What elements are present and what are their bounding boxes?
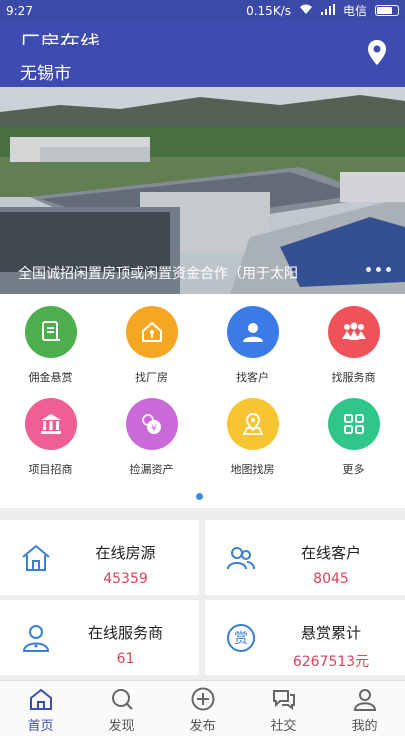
carrier-label: 电信	[342, 4, 367, 18]
map-pin-icon	[226, 398, 279, 450]
menu-label: 找厂房	[135, 371, 168, 384]
banner-caption: 全国诚招闲置房顶或闲置资金合作（用于太阳	[18, 266, 298, 282]
stat-reward-total[interactable]: 赏 悬赏累计 6267513元	[205, 600, 405, 675]
stats-panel: 在线房源 45359 在线客户 8045 在线服务商 61 赏 悬赏累计 626…	[0, 508, 405, 678]
menu-item-find-factory[interactable]: 找厂房	[101, 306, 202, 385]
discover-icon	[111, 689, 133, 710]
network-speed: 0.15K/s	[246, 3, 291, 18]
menu-item-bargain-assets[interactable]: ¥ 捡漏资产	[101, 398, 202, 477]
reward-circle-icon: 赏	[225, 622, 257, 654]
stat-online-providers[interactable]: 在线服务商 61	[0, 600, 199, 675]
menu-item-map-search[interactable]: 地图找房	[202, 398, 303, 477]
banner-carousel[interactable]: 全国诚招闲置房顶或闲置资金合作（用于太阳	[0, 87, 405, 294]
menu-label: 佣金悬赏	[28, 371, 73, 384]
app-header: 厂房在线 无锡市	[0, 21, 405, 87]
nav-label: 社交	[270, 719, 297, 734]
signal-icon	[320, 3, 335, 18]
customer-icon	[226, 306, 279, 358]
nav-social[interactable]: 社交	[243, 681, 324, 736]
menu-item-project-investment[interactable]: 项目招商	[0, 398, 101, 477]
profile-icon	[353, 689, 376, 711]
grid-more-icon	[327, 398, 380, 450]
menu-page-indicator	[196, 493, 203, 500]
users-outline-icon	[225, 542, 257, 574]
stat-value: 61	[116, 651, 135, 667]
chat-icon	[272, 690, 295, 710]
stat-value: 45359	[103, 571, 148, 587]
nav-label: 发现	[108, 719, 135, 734]
stat-title: 在线服务商	[87, 624, 163, 642]
menu-item-find-service[interactable]: 找服务商	[303, 306, 404, 385]
service-people-icon	[327, 306, 380, 358]
app-title: 厂房在线	[20, 31, 100, 45]
svg-text:赏: 赏	[234, 631, 248, 647]
nav-label: 我的	[351, 719, 378, 734]
stat-value: 6267513元	[292, 654, 370, 670]
carousel-indicator	[366, 267, 391, 272]
nav-profile[interactable]: 我的	[324, 681, 405, 736]
house-outline-icon	[20, 542, 52, 574]
menu-item-find-customer[interactable]: 找客户	[202, 306, 303, 385]
status-bar: 9:27 0.15K/s 电信	[0, 0, 405, 21]
commission-icon	[24, 306, 77, 358]
menu-label: 找服务商	[331, 371, 376, 384]
stat-title: 悬赏累计	[300, 624, 361, 642]
menu-label: 找客户	[236, 371, 269, 384]
status-time: 9:27	[6, 3, 33, 18]
location-pin-icon[interactable]	[367, 39, 387, 67]
battery-icon	[375, 5, 399, 16]
stat-value: 8045	[313, 571, 349, 587]
bank-building-icon	[24, 398, 77, 450]
wifi-icon	[299, 4, 313, 18]
stat-online-listings[interactable]: 在线房源 45359	[0, 520, 199, 595]
nav-discover[interactable]: 发现	[81, 681, 162, 736]
stat-title: 在线客户	[300, 544, 361, 562]
function-menu: 佣金悬赏 找厂房 找客户 找服务商 项目招商 ¥ 捡漏资产 地图找房 更多	[0, 294, 405, 508]
nav-label: 发布	[189, 719, 216, 734]
factory-house-icon	[125, 306, 178, 358]
menu-item-commission[interactable]: 佣金悬赏	[0, 306, 101, 385]
nav-home[interactable]: 首页	[0, 681, 81, 736]
person-outline-icon	[20, 622, 52, 654]
bottom-navigation: 首页 发现 发布 社交 我的	[0, 680, 405, 736]
nav-publish[interactable]: 发布	[162, 681, 243, 736]
svg-text:¥: ¥	[151, 424, 157, 434]
money-bag-icon: ¥	[125, 398, 178, 450]
city-selector[interactable]: 无锡市	[20, 59, 71, 84]
nav-label: 首页	[27, 719, 54, 734]
stat-online-customers[interactable]: 在线客户 8045	[205, 520, 405, 595]
menu-label: 项目招商	[28, 463, 73, 476]
menu-label: 更多	[342, 463, 365, 476]
menu-label: 地图找房	[230, 463, 275, 476]
home-icon	[29, 688, 52, 710]
stat-title: 在线房源	[95, 544, 156, 562]
menu-item-more[interactable]: 更多	[303, 398, 404, 477]
menu-label: 捡漏资产	[129, 463, 174, 476]
add-circle-icon	[191, 687, 214, 711]
